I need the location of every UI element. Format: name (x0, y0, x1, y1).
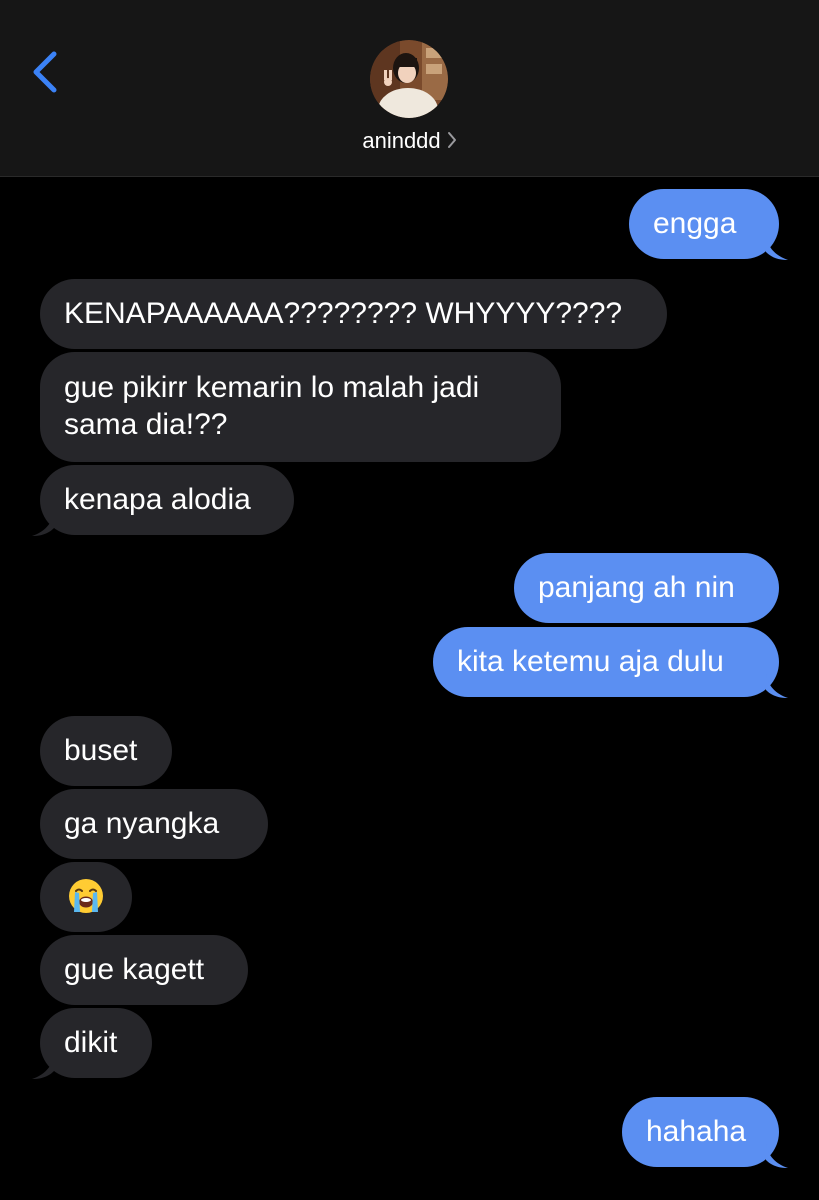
bubble-tail (766, 1144, 788, 1168)
message-bubble-incoming[interactable]: kenapa alodia (40, 465, 294, 535)
message-text: ga nyangka (64, 807, 220, 840)
message-text-line: gue pikirr kemarin lo malah jadi (64, 371, 480, 404)
conversation-header: aninddd (0, 0, 819, 177)
message-bubble-incoming[interactable]: gue kagett (40, 935, 248, 1005)
message-text: dikit (64, 1026, 118, 1059)
back-button[interactable] (26, 46, 66, 98)
message-bubble-incoming[interactable]: dikit (40, 1008, 152, 1078)
message-bubble-incoming[interactable]: buset (40, 716, 172, 786)
message-text: kenapa alodia (64, 483, 251, 516)
contact-name-button[interactable]: aninddd (0, 126, 819, 156)
avatar[interactable] (370, 40, 448, 118)
message-bubble-incoming[interactable] (40, 862, 132, 932)
message-bubble-incoming[interactable]: KENAPAAAAAA???????? WHYYYY???? (40, 279, 667, 349)
message-text: KENAPAAAAAA???????? WHYYYY???? (64, 297, 623, 330)
chevron-left-icon[interactable] (26, 46, 66, 98)
message-text: engga (653, 207, 737, 240)
bubble-tail (766, 674, 788, 698)
chevron-right-icon (447, 132, 456, 149)
message-text-line: sama dia!?? (64, 408, 228, 441)
message-text: panjang ah nin (538, 571, 735, 604)
message-text: hahaha (646, 1115, 747, 1148)
contact-name: aninddd (362, 128, 441, 153)
bubble-tail (766, 236, 788, 260)
message-bubble-incoming[interactable]: ga nyangka (40, 789, 268, 859)
message-bubble-outgoing[interactable]: engga (629, 189, 779, 259)
message-text: buset (64, 734, 138, 767)
message-text: gue kagett (64, 953, 205, 986)
bubble-tail (32, 1055, 54, 1079)
message-bubble-incoming[interactable]: gue pikirr kemarin lo malah jadi sama di… (40, 352, 561, 462)
loudly-crying-face-icon (69, 879, 103, 914)
message-bubble-outgoing[interactable]: hahaha (622, 1097, 779, 1167)
bubble-tail (32, 512, 54, 536)
message-text: kita ketemu aja dulu (457, 645, 724, 678)
message-bubble-outgoing[interactable]: panjang ah nin (514, 553, 779, 623)
message-bubble-outgoing[interactable]: kita ketemu aja dulu (433, 627, 779, 697)
